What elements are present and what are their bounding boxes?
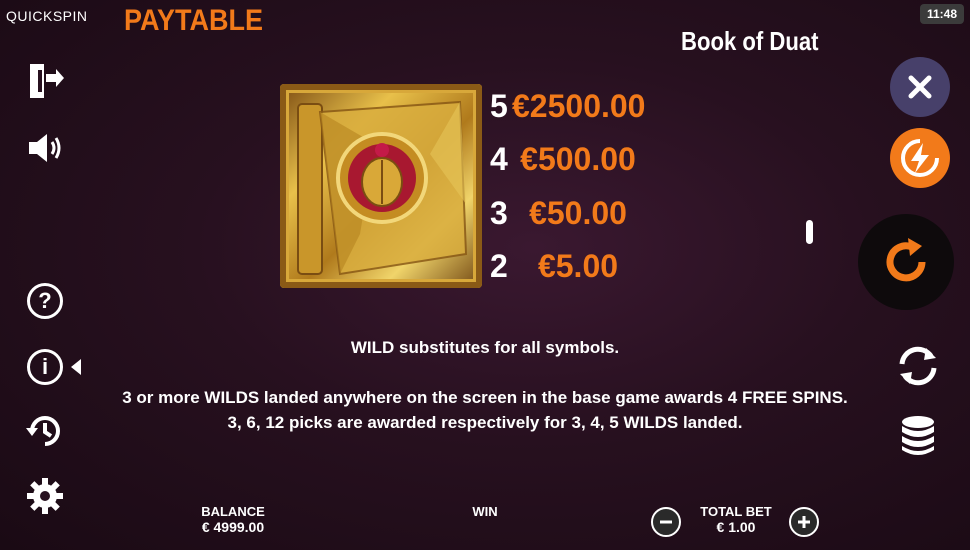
- bet-settings-button[interactable]: [892, 410, 944, 462]
- pay-value: €5.00: [537, 248, 619, 284]
- balance-value: € 4999.00: [201, 519, 265, 535]
- picks-description: 3, 6, 12 picks are awarded respectively …: [227, 413, 743, 432]
- question-icon: ?: [27, 283, 63, 319]
- exit-icon: [30, 64, 64, 98]
- wild-book-symbol: [280, 84, 482, 288]
- decrease-bet-button[interactable]: [651, 507, 681, 537]
- win-label: WIN: [472, 504, 498, 519]
- total-bet-display: TOTAL BET € 1.00: [696, 504, 776, 535]
- increase-bet-button[interactable]: [789, 507, 819, 537]
- history-icon: [26, 416, 60, 446]
- pay-value: €2500.00: [512, 88, 646, 124]
- pay-count: 4: [490, 141, 508, 177]
- minus-icon: [660, 520, 672, 524]
- pay-count: 5: [490, 88, 508, 124]
- history-button[interactable]: [22, 408, 68, 454]
- info-icon: i: [27, 349, 63, 385]
- balance-label: BALANCE: [201, 504, 265, 519]
- pay-row: 3 €50.00: [490, 195, 644, 235]
- close-icon: [908, 75, 932, 99]
- free-spins-description: 3 or more WILDS landed anywhere on the s…: [122, 388, 848, 407]
- win-display: WIN: [455, 504, 515, 519]
- pay-row: 5 €2500.00: [490, 88, 646, 128]
- lightning-icon: [901, 139, 939, 177]
- gear-icon: [27, 478, 63, 514]
- pay-row: 2 €5.00: [490, 248, 644, 288]
- pay-count: 3: [490, 195, 508, 231]
- pay-value: €50.00: [529, 195, 627, 231]
- clock: 11:48: [919, 4, 964, 24]
- pay-value: €500.00: [520, 141, 636, 177]
- settings-button[interactable]: [22, 473, 68, 519]
- game-title: Book of Duat: [681, 26, 819, 56]
- coins-icon: [902, 416, 934, 455]
- spin-arrow-icon: [886, 238, 926, 282]
- autoplay-icon: [899, 346, 937, 386]
- wild-description: WILD substitutes for all symbols.: [350, 338, 620, 357]
- page-title: PAYTABLE: [124, 4, 264, 37]
- help-button[interactable]: ?: [22, 278, 68, 324]
- sound-button[interactable]: [22, 125, 68, 171]
- spin-button[interactable]: [858, 214, 954, 310]
- total-bet-value: € 1.00: [716, 519, 756, 535]
- balance-display: BALANCE € 4999.00: [190, 504, 276, 535]
- close-button[interactable]: [890, 57, 950, 117]
- turbo-button[interactable]: [890, 128, 950, 188]
- info-button[interactable]: i: [22, 344, 88, 390]
- book-of-duat-wild-symbol-icon: [297, 100, 468, 276]
- total-bet-label: TOTAL BET: [700, 504, 772, 519]
- brand-logo: QUICKSPIN: [6, 8, 88, 24]
- plus-icon: [798, 516, 810, 528]
- scrollbar-thumb[interactable]: [806, 220, 813, 244]
- exit-button[interactable]: [22, 58, 68, 104]
- autoplay-button[interactable]: [892, 340, 944, 392]
- pay-row: 4 €500.00: [490, 141, 644, 181]
- caret-left-icon: [71, 359, 81, 375]
- speaker-icon: [29, 134, 61, 162]
- pay-count: 2: [490, 248, 508, 284]
